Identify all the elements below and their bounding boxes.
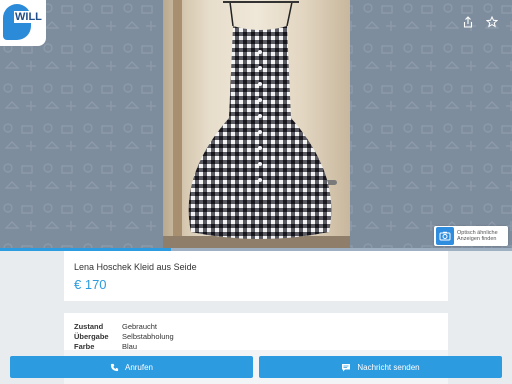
call-button[interactable]: Anrufen xyxy=(10,356,253,378)
share-button[interactable] xyxy=(458,12,478,32)
photo-gallery[interactable] xyxy=(0,0,512,250)
share-icon xyxy=(463,16,473,28)
app-logo[interactable]: WILL xyxy=(0,0,46,46)
detail-value: Gebraucht xyxy=(122,322,158,331)
detail-row: Zustand Gebraucht xyxy=(74,322,157,331)
detail-row: Übergabe Selbstabholung xyxy=(74,332,174,341)
listing-title: Lena Hoschek Kleid aus Seide xyxy=(74,262,197,272)
message-icon xyxy=(341,363,351,372)
detail-label: Übergabe xyxy=(74,332,109,341)
camera-search-icon xyxy=(436,227,454,245)
favorite-button[interactable] xyxy=(482,12,502,32)
send-message-button-label: Nachricht senden xyxy=(357,362,420,372)
visual-search-button[interactable]: Optisch ähnliche Anzeigen finden xyxy=(434,226,508,246)
logo-text: WILL xyxy=(14,11,43,23)
listing-price: € 170 xyxy=(74,277,107,292)
send-message-button[interactable]: Nachricht senden xyxy=(259,356,502,378)
listing-summary-card: Lena Hoschek Kleid aus Seide € 170 xyxy=(64,251,448,301)
visual-search-label: Optisch ähnliche Anzeigen finden xyxy=(457,230,498,243)
detail-label: Zustand xyxy=(74,322,104,331)
star-icon xyxy=(486,16,498,28)
phone-icon xyxy=(110,363,119,372)
listing-photo[interactable] xyxy=(163,0,350,250)
visual-search-line2: Anzeigen finden xyxy=(457,236,497,242)
detail-value: Selbstabholung xyxy=(122,332,174,341)
call-button-label: Anrufen xyxy=(124,362,154,372)
dress-image xyxy=(188,1,332,239)
